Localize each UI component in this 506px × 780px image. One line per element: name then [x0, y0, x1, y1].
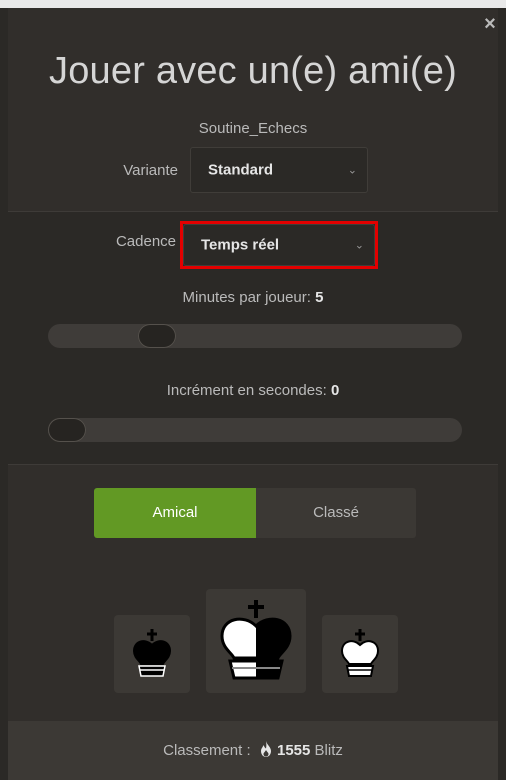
minutes-label: Minutes par joueur: 5: [182, 289, 324, 306]
increment-slider[interactable]: [48, 418, 462, 442]
increment-value: 0: [330, 382, 340, 399]
casual-button[interactable]: Amical: [94, 488, 256, 538]
increment-slider-handle[interactable]: [48, 418, 86, 442]
white-king-icon: [340, 629, 380, 677]
browser-edge: [0, 0, 506, 8]
minutes-value: 5: [315, 289, 324, 306]
challenge-dialog: × Jouer avec un(e) ami(e) Soutine_Echecs…: [8, 8, 498, 780]
rated-button[interactable]: Classé: [256, 488, 416, 538]
cadence-highlight-box: [180, 221, 378, 269]
dialog-title: Jouer avec un(e) ami(e): [49, 50, 457, 92]
variant-value: Standard: [208, 161, 274, 179]
chevron-down-icon: ⌄: [347, 164, 357, 177]
rating-footer: Classement : 1555 Blitz: [8, 721, 498, 780]
minutes-slider[interactable]: [48, 324, 462, 348]
cadence-label: Cadence: [115, 233, 176, 250]
play-white-button[interactable]: [322, 615, 398, 693]
play-random-button[interactable]: [206, 589, 306, 693]
time-control-section: Cadence Temps réel ⌄ Minutes par joueur:…: [8, 211, 498, 465]
rated-toggle: Amical Classé: [94, 488, 416, 538]
rating-label: Classement :: [163, 742, 251, 759]
rating-category: Blitz: [314, 742, 343, 759]
variant-select[interactable]: Standard ⌄: [190, 147, 368, 193]
flame-icon: [260, 741, 271, 757]
play-black-button[interactable]: [114, 615, 190, 693]
variant-label: Variante: [123, 162, 178, 179]
random-king-icon: [220, 600, 292, 680]
close-button[interactable]: ×: [482, 14, 498, 34]
increment-label: Incrément en secondes: 0: [166, 382, 340, 399]
black-king-icon: [132, 629, 172, 677]
minutes-slider-handle[interactable]: [138, 324, 176, 348]
rating-value: 1555: [277, 742, 311, 759]
friend-username: Soutine_Echecs: [198, 120, 308, 137]
